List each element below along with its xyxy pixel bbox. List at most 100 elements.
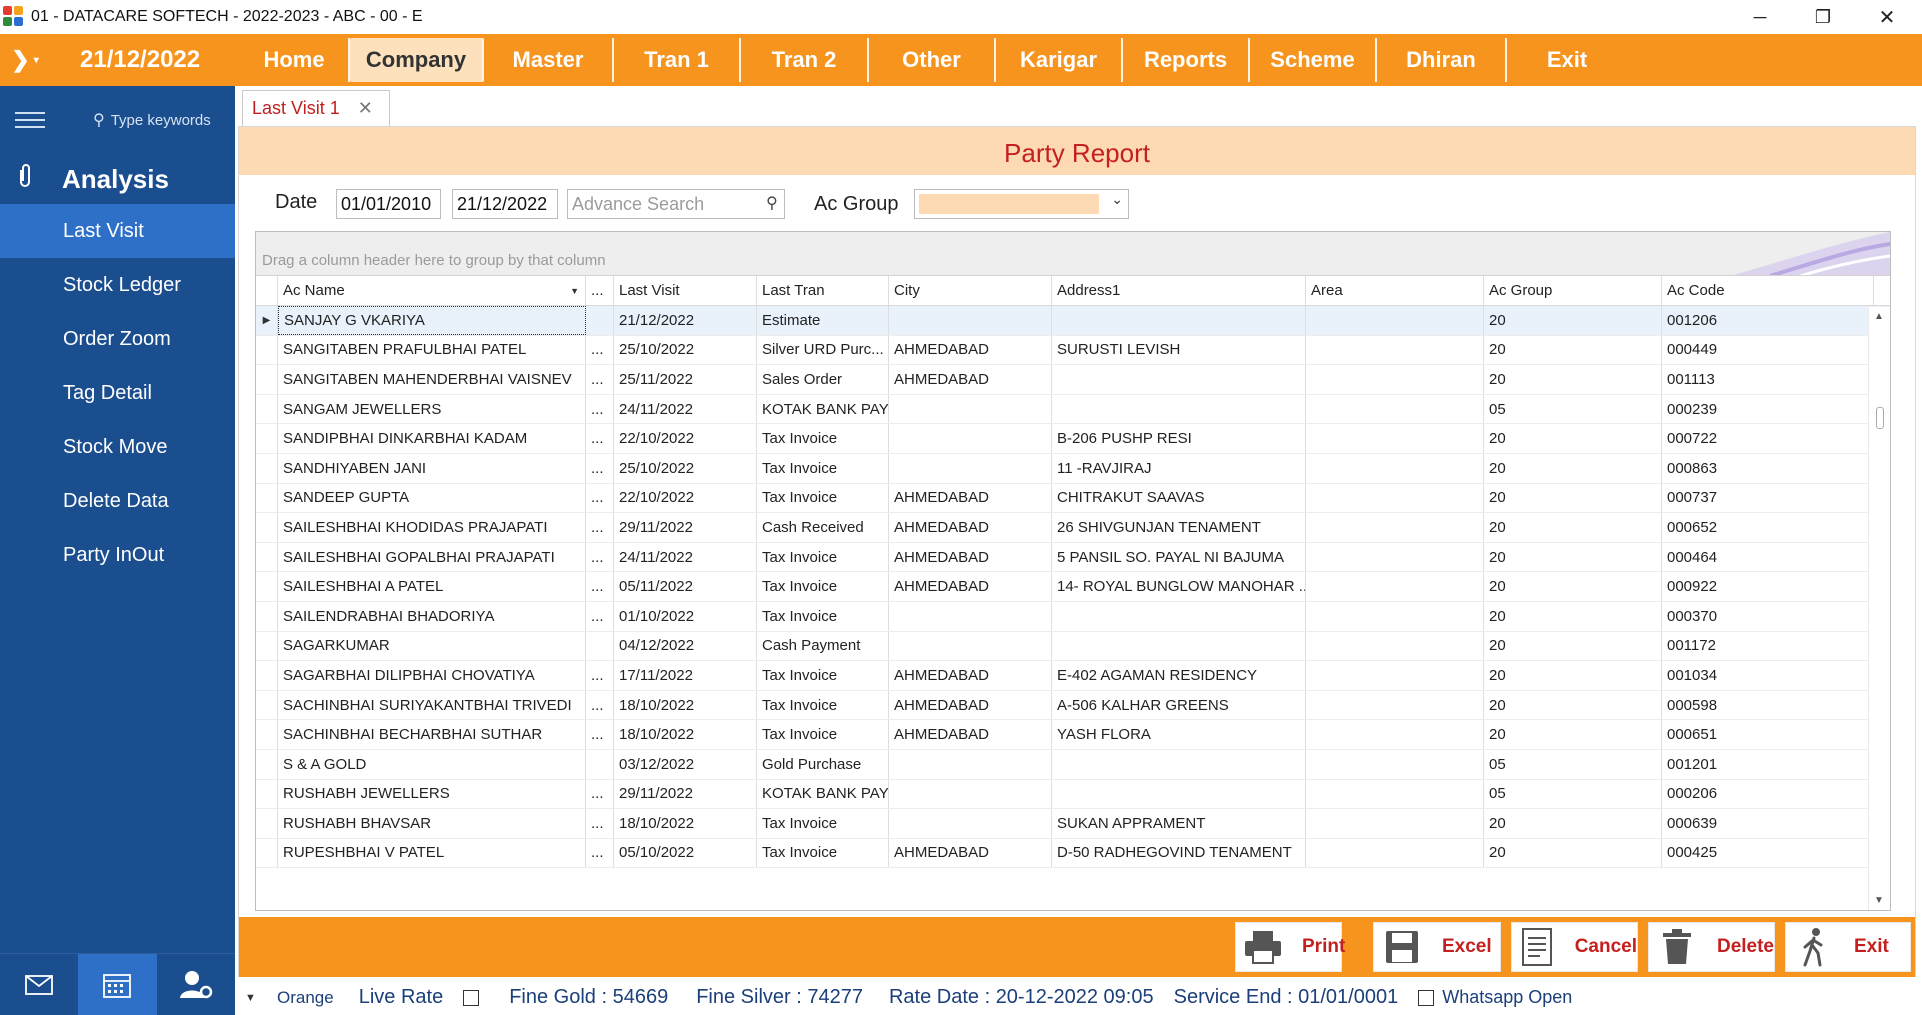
cell-ac-code[interactable]: 000639 [1662, 809, 1874, 838]
maximize-button[interactable]: ❐ [1793, 0, 1853, 34]
menu-dhiran[interactable]: Dhiran [1377, 38, 1507, 82]
cell-city[interactable] [889, 749, 1052, 779]
cell-more[interactable]: ... [586, 601, 614, 631]
cell-ac-name[interactable]: S & A GOLD [278, 749, 586, 779]
grid-scrollbar[interactable]: ▲ ▼ [1868, 307, 1890, 910]
cell-area[interactable] [1306, 809, 1484, 838]
cell-ac-group[interactable]: 05 [1484, 749, 1662, 779]
cell-ac-name[interactable]: RUSHABH JEWELLERS [278, 779, 586, 809]
hamburger-icon[interactable] [15, 107, 45, 133]
cell-more[interactable]: ... [586, 690, 614, 720]
cell-ac-group[interactable]: 20 [1484, 335, 1662, 365]
menu-reports[interactable]: Reports [1123, 38, 1250, 82]
table-row[interactable]: SAILENDRABHAI BHADORIYA... 01/10/2022 Tax … [256, 601, 1890, 632]
cell-area[interactable] [1306, 720, 1484, 749]
cell-ac-name[interactable]: SAGARKUMAR [278, 631, 586, 661]
cell-ac-name[interactable]: SAILESHBHAI A PATEL [278, 572, 586, 601]
table-row[interactable]: SANDHIYABEN JANI... 25/10/2022 Tax Invoice… [256, 453, 1890, 484]
cell-more[interactable] [586, 749, 614, 779]
menu-other[interactable]: Other [869, 38, 996, 82]
table-row[interactable]: SAILESHBHAI GOPALBHAI PRAJAPATI... 24/11/… [256, 542, 1890, 573]
cell-last-tran[interactable]: Tax Invoice [757, 542, 889, 572]
table-row[interactable]: SAGARBHAI DILIPBHAI CHOVATIYA... 17/11/20… [256, 661, 1890, 691]
cell-last-visit[interactable]: 17/11/2022 [614, 661, 757, 690]
column-header-last-tran[interactable]: Last Tran [757, 276, 889, 305]
cell-address1[interactable]: 5 PANSIL SO. PAYAL NI BAJUMA [1052, 542, 1306, 572]
tab-last-visit-1[interactable]: Last Visit 1 ✕ [242, 90, 390, 126]
cell-ac-code[interactable]: 000722 [1662, 424, 1874, 453]
column-header-ac-name[interactable]: Ac Name ▼ [278, 276, 586, 305]
tab-close-icon[interactable]: ✕ [358, 98, 373, 119]
cell-ac-name[interactable]: SANDEEP GUPTA [278, 483, 586, 513]
cell-address1[interactable]: B-206 PUSHP RESI [1052, 424, 1306, 453]
menu-karigar[interactable]: Karigar [996, 38, 1123, 82]
scroll-thumb[interactable] [1876, 407, 1884, 429]
cell-last-visit[interactable]: 24/11/2022 [614, 542, 757, 572]
column-header-more[interactable]: ... [586, 276, 614, 305]
cell-city[interactable] [889, 779, 1052, 809]
cell-address1[interactable]: 26 SHIVGUNJAN TENAMENT [1052, 513, 1306, 542]
excel-button[interactable]: Excel [1373, 922, 1501, 972]
cell-more[interactable]: ... [586, 483, 614, 513]
cell-area[interactable] [1306, 838, 1484, 868]
cell-ac-group[interactable]: 20 [1484, 572, 1662, 601]
cell-more[interactable]: ... [586, 809, 614, 838]
column-header-address1[interactable]: Address1 [1052, 276, 1306, 305]
mail-icon[interactable] [0, 954, 78, 1015]
cell-ac-group[interactable]: 20 [1484, 453, 1662, 483]
to-date-field[interactable]: 21/12/2022 [452, 189, 558, 219]
cell-city[interactable]: AHMEDABAD [889, 513, 1052, 542]
table-row[interactable]: SACHINBHAI BECHARBHAI SUTHAR... 18/10/202… [256, 720, 1890, 750]
cell-ac-name[interactable]: SAILESHBHAI KHODIDAS PRAJAPATI [278, 513, 586, 542]
table-row[interactable]: SACHINBHAI SURIYAKANTBHAI TRIVEDI... 18/1… [256, 690, 1890, 721]
column-header-ac-group[interactable]: Ac Group [1484, 276, 1662, 305]
cell-ac-name[interactable]: SANDIPBHAI DINKARBHAI KADAM [278, 424, 586, 453]
sidebar-item-tag-detail[interactable]: Tag Detail [0, 366, 235, 420]
cell-city[interactable] [889, 453, 1052, 483]
cell-ac-name[interactable]: RUSHABH BHAVSAR [278, 809, 586, 838]
cell-last-visit[interactable]: 21/12/2022 [614, 306, 757, 335]
cell-last-tran[interactable]: Tax Invoice [757, 809, 889, 838]
cell-address1[interactable]: SURUSTI LEVISH [1052, 335, 1306, 365]
cell-ac-code[interactable]: 001206 [1662, 306, 1874, 335]
cell-ac-group[interactable]: 20 [1484, 690, 1662, 720]
cell-address1[interactable] [1052, 365, 1306, 394]
menu-master[interactable]: Master [484, 38, 614, 82]
cell-address1[interactable] [1052, 394, 1306, 424]
cell-more[interactable]: ... [586, 779, 614, 809]
acgroup-select[interactable]: ⌄ [914, 189, 1129, 219]
cell-address1[interactable]: 14- ROYAL BUNGLOW MANOHAR ... [1052, 572, 1306, 601]
column-header-last-visit[interactable]: Last Visit [614, 276, 757, 305]
table-row[interactable]: ▶ SANJAY G VKARIYA 21/12/2022 Estimate 20 001… [256, 306, 1890, 336]
cell-area[interactable] [1306, 572, 1484, 601]
cell-ac-code[interactable]: 000239 [1662, 394, 1874, 424]
cell-last-visit[interactable]: 18/10/2022 [614, 690, 757, 720]
sidebar-section-analysis[interactable]: Analysis [0, 154, 235, 204]
column-header-ac-code[interactable]: Ac Code [1662, 276, 1874, 305]
cell-address1[interactable] [1052, 601, 1306, 631]
cell-ac-code[interactable]: 000464 [1662, 542, 1874, 572]
cell-more[interactable]: ... [586, 542, 614, 572]
menu-scheme[interactable]: Scheme [1250, 38, 1377, 82]
cell-area[interactable] [1306, 749, 1484, 779]
cell-ac-group[interactable]: 20 [1484, 542, 1662, 572]
scroll-up-icon[interactable]: ▲ [1874, 311, 1884, 322]
cell-area[interactable] [1306, 661, 1484, 690]
cell-ac-name[interactable]: SACHINBHAI SURIYAKANTBHAI TRIVEDI [278, 690, 586, 720]
cell-ac-code[interactable]: 001201 [1662, 749, 1874, 779]
filter-icon[interactable]: ▼ [570, 286, 579, 296]
cell-ac-group[interactable]: 20 [1484, 483, 1662, 513]
cell-address1[interactable] [1052, 749, 1306, 779]
table-row[interactable]: RUSHABH JEWELLERS... 29/11/2022 KOTAK BANK… [256, 779, 1890, 810]
cell-city[interactable]: AHMEDABAD [889, 720, 1052, 749]
cell-area[interactable] [1306, 542, 1484, 572]
cell-area[interactable] [1306, 631, 1484, 661]
cell-address1[interactable]: D-50 RADHEGOVIND TENAMENT [1052, 838, 1306, 868]
cell-address1[interactable]: 11 -RAVJIRAJ [1052, 453, 1306, 483]
column-header-area[interactable]: Area [1306, 276, 1484, 305]
cell-city[interactable]: AHMEDABAD [889, 572, 1052, 601]
cell-more[interactable] [586, 631, 614, 661]
cell-last-visit[interactable]: 03/12/2022 [614, 749, 757, 779]
sidebar-item-party-inout[interactable]: Party InOut [0, 528, 235, 582]
cell-more[interactable]: ... [586, 424, 614, 453]
